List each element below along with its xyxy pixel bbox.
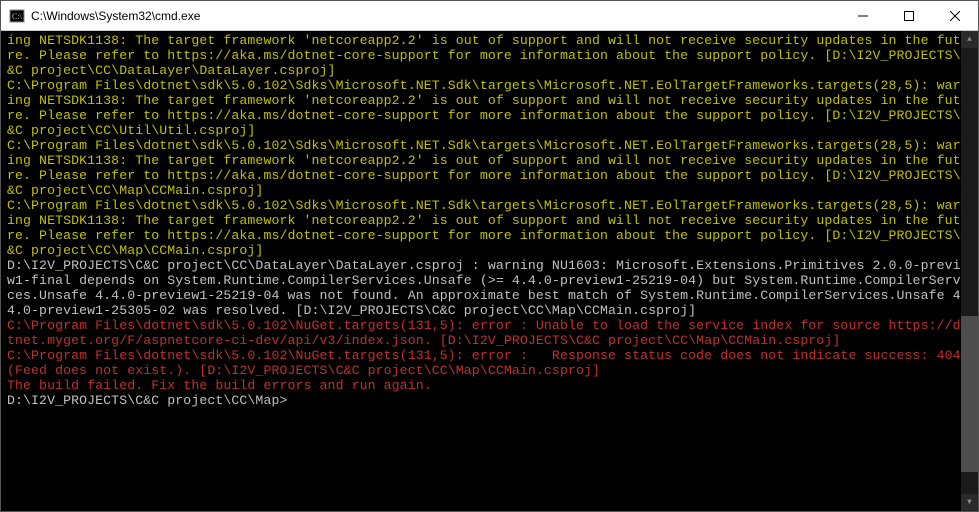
maximize-button[interactable] [886, 1, 932, 30]
vertical-scrollbar[interactable]: ▲ ▼ [961, 31, 978, 511]
console-output: ing NETSDK1138: The target framework 'ne… [7, 33, 972, 408]
svg-text:C:\: C:\ [12, 12, 23, 21]
cursor [287, 394, 295, 408]
console-line: C:\Program Files\dotnet\sdk\5.0.102\NuGe… [7, 318, 972, 348]
window-controls [840, 1, 978, 30]
prompt-line[interactable]: D:\I2V_PROJECTS\C&C project\CC\Map> [7, 393, 972, 408]
scroll-track[interactable] [961, 48, 978, 494]
console-line: C:\Program Files\dotnet\sdk\5.0.102\Sdks… [7, 138, 972, 198]
console-line: The build failed. Fix the build errors a… [7, 378, 972, 393]
scroll-thumb[interactable] [961, 316, 978, 472]
titlebar[interactable]: C:\ C:\Windows\System32\cmd.exe [1, 1, 978, 31]
scroll-down-button[interactable]: ▼ [961, 494, 978, 511]
window-title: C:\Windows\System32\cmd.exe [31, 9, 840, 23]
minimize-button[interactable] [840, 1, 886, 30]
cmd-window: C:\ C:\Windows\System32\cmd.exe ing NETS… [0, 0, 979, 512]
console-area[interactable]: ing NETSDK1138: The target framework 'ne… [1, 31, 978, 511]
console-line: D:\I2V_PROJECTS\C&C project\CC\DataLayer… [7, 258, 972, 318]
console-line: C:\Program Files\dotnet\sdk\5.0.102\NuGe… [7, 348, 972, 378]
cmd-icon: C:\ [9, 8, 25, 24]
console-line: C:\Program Files\dotnet\sdk\5.0.102\Sdks… [7, 198, 972, 258]
close-button[interactable] [932, 1, 978, 30]
console-line: ing NETSDK1138: The target framework 'ne… [7, 33, 972, 78]
scroll-up-button[interactable]: ▲ [961, 31, 978, 48]
console-line: C:\Program Files\dotnet\sdk\5.0.102\Sdks… [7, 78, 972, 138]
